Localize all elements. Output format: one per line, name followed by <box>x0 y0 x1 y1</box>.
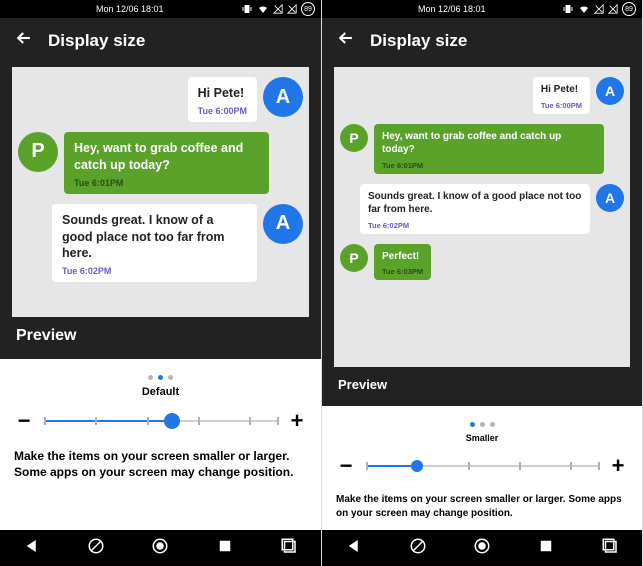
dot[interactable] <box>148 375 153 380</box>
preview-label: Preview <box>334 367 630 402</box>
message-bubble: Hey, want to grab coffee and catch up to… <box>64 132 269 194</box>
message-text: Hey, want to grab coffee and catch up to… <box>74 140 259 174</box>
back-button[interactable] <box>14 28 34 53</box>
signal-icon-2 <box>287 4 297 14</box>
nav-bar <box>0 530 321 566</box>
size-label: Smaller <box>336 433 628 443</box>
nav-bar <box>322 530 642 566</box>
controls-area: Default − + Make the items on your scree… <box>0 359 321 530</box>
decrease-button[interactable]: − <box>336 453 356 479</box>
increase-button[interactable]: + <box>608 453 628 479</box>
message-row: P Hey, want to grab coffee and catch up … <box>18 132 303 194</box>
message-text: Perfect! <box>382 250 423 264</box>
header: Display size <box>322 18 642 67</box>
back-button[interactable] <box>336 28 356 53</box>
dot-active[interactable] <box>470 422 475 427</box>
chat-preview: Hi Pete! Tue 6:00PM A P Hey, want to gra… <box>334 67 630 367</box>
status-bar: Mon 12/06 18:01 89 <box>322 0 642 18</box>
nav-gallery-icon[interactable] <box>601 537 619 560</box>
status-datetime: Mon 12/06 18:01 <box>418 4 486 14</box>
vibrate-icon <box>241 3 253 15</box>
battery-icon: 89 <box>622 2 636 16</box>
dot[interactable] <box>168 375 173 380</box>
nav-block-icon[interactable] <box>409 537 427 560</box>
message-bubble: Sounds great. I know of a good place not… <box>52 204 257 283</box>
nav-recent-icon[interactable] <box>216 537 234 560</box>
controls-area: Smaller − + Make the items on your scree… <box>322 406 642 530</box>
nav-back-icon[interactable] <box>345 537 363 560</box>
avatar-a: A <box>596 77 624 105</box>
nav-gallery-icon[interactable] <box>280 537 298 560</box>
message-text: Sounds great. I know of a good place not… <box>62 212 247 263</box>
description-text: Make the items on your screen smaller or… <box>336 493 628 520</box>
signal-icon-1 <box>273 4 283 14</box>
message-row: Hi Pete! Tue 6:00PM A <box>340 77 624 114</box>
message-row: P Hey, want to grab coffee and catch up … <box>340 124 624 174</box>
signal-icon-1 <box>594 4 604 14</box>
phone-right: Mon 12/06 18:01 89 Display size Hi Pete!… <box>322 0 643 566</box>
preview-label: Preview <box>12 317 309 355</box>
message-bubble: Sounds great. I know of a good place not… <box>360 184 590 234</box>
slider-row: − + <box>336 453 628 479</box>
signal-icon-2 <box>608 4 618 14</box>
message-bubble: Hi Pete! Tue 6:00PM <box>533 77 590 114</box>
slider-row: − + <box>14 408 307 434</box>
avatar-a: A <box>263 204 303 244</box>
message-bubble: Hey, want to grab coffee and catch up to… <box>374 124 604 174</box>
message-row: Hi Pete! Tue 6:00PM A <box>18 77 303 122</box>
page-dots <box>336 422 628 427</box>
page-title: Display size <box>48 31 145 51</box>
message-text: Hey, want to grab coffee and catch up to… <box>382 130 596 157</box>
increase-button[interactable]: + <box>287 408 307 434</box>
message-text: Hi Pete! <box>198 85 247 102</box>
header: Display size <box>0 18 321 67</box>
message-row: Sounds great. I know of a good place not… <box>340 184 624 234</box>
nav-back-icon[interactable] <box>23 537 41 560</box>
size-label: Default <box>14 386 307 398</box>
dot-active[interactable] <box>158 375 163 380</box>
message-row: Sounds great. I know of a good place not… <box>18 204 303 283</box>
vibrate-icon <box>562 3 574 15</box>
wifi-icon <box>257 3 269 15</box>
nav-home-icon[interactable] <box>473 537 491 560</box>
message-time: Tue 6:00PM <box>198 106 247 116</box>
message-bubble: Hi Pete! Tue 6:00PM <box>188 77 257 122</box>
status-datetime: Mon 12/06 18:01 <box>96 4 164 14</box>
page-dots <box>14 375 307 380</box>
message-time: Tue 6:02PM <box>368 221 582 230</box>
status-bar: Mon 12/06 18:01 89 <box>0 0 321 18</box>
chat-preview: Hi Pete! Tue 6:00PM A P Hey, want to gra… <box>12 67 309 317</box>
phone-left: Mon 12/06 18:01 89 Display size Hi Pete!… <box>0 0 322 566</box>
description-text: Make the items on your screen smaller or… <box>14 448 307 480</box>
size-slider[interactable] <box>44 411 277 431</box>
preview-container: Hi Pete! Tue 6:00PM A P Hey, want to gra… <box>0 67 321 359</box>
avatar-p: P <box>340 124 368 152</box>
nav-home-icon[interactable] <box>151 537 169 560</box>
message-bubble: Perfect! Tue 6:03PM <box>374 244 431 281</box>
nav-block-icon[interactable] <box>87 537 105 560</box>
dot[interactable] <box>480 422 485 427</box>
message-time: Tue 6:00PM <box>541 101 582 110</box>
message-text: Hi Pete! <box>541 83 582 97</box>
decrease-button[interactable]: − <box>14 408 34 434</box>
nav-recent-icon[interactable] <box>537 537 555 560</box>
battery-icon: 89 <box>301 2 315 16</box>
size-slider[interactable] <box>366 456 598 476</box>
wifi-icon <box>578 3 590 15</box>
message-text: Sounds great. I know of a good place not… <box>368 190 582 217</box>
avatar-p: P <box>18 132 58 172</box>
avatar-a: A <box>263 77 303 117</box>
message-time: Tue 6:03PM <box>382 267 423 276</box>
avatar-a: A <box>596 184 624 212</box>
message-row: P Perfect! Tue 6:03PM <box>340 244 624 281</box>
page-title: Display size <box>370 31 467 51</box>
message-time: Tue 6:01PM <box>382 161 596 170</box>
preview-container: Hi Pete! Tue 6:00PM A P Hey, want to gra… <box>322 67 642 406</box>
message-time: Tue 6:01PM <box>74 178 259 188</box>
avatar-p: P <box>340 244 368 272</box>
message-time: Tue 6:02PM <box>62 266 247 276</box>
dot[interactable] <box>490 422 495 427</box>
